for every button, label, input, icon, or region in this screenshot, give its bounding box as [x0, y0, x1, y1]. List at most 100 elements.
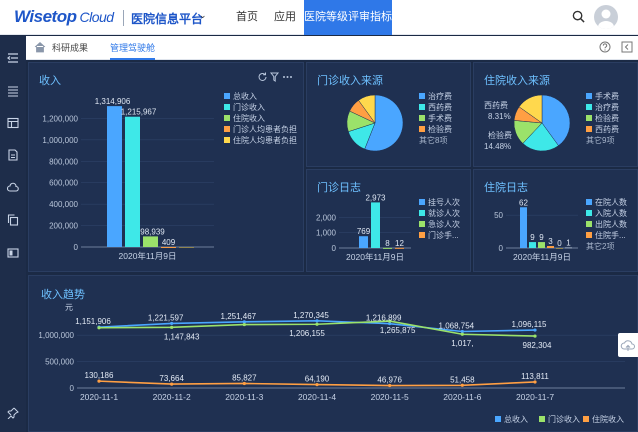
pie-label: 西药费	[484, 101, 508, 110]
bar	[143, 236, 158, 247]
inpatient-source-panel: 住院收入来源 西药费 8.31% 检验费 14.48% 手术费 治疗费 检验费 …	[473, 62, 638, 167]
data-label: 1,251,467	[221, 312, 257, 321]
home-icon[interactable]	[34, 41, 46, 53]
table-icon[interactable]	[7, 117, 19, 129]
legend-item[interactable]: 手术费	[419, 113, 452, 124]
tab-research[interactable]: 科研成果	[52, 36, 88, 60]
x-tick-label: 2020-11-2	[153, 392, 191, 402]
legend-more[interactable]: 其它2项	[586, 241, 627, 252]
pie-label: 14.48%	[484, 142, 512, 151]
nav-apps[interactable]: 应用	[274, 0, 296, 35]
legend-item[interactable]: 门诊手...	[419, 230, 460, 241]
legend-item[interactable]: 检验费	[419, 124, 452, 135]
document-icon[interactable]	[7, 149, 19, 161]
bar	[520, 207, 527, 248]
legend-item[interactable]: 门诊收入	[224, 102, 297, 113]
legend-item[interactable]: 治疗费	[419, 91, 452, 102]
data-label: 0	[557, 239, 562, 248]
y-tick-label: 1,000,000	[42, 136, 78, 145]
legend-item[interactable]: 总收入	[224, 91, 297, 102]
legend-item[interactable]: 急诊人次	[419, 219, 460, 230]
x-tick-label: 2020-11-3	[225, 392, 263, 402]
bar	[359, 236, 368, 248]
cloud-icon[interactable]	[7, 181, 19, 193]
legend-item[interactable]: 挂号人次	[419, 197, 460, 208]
data-label: 2,973	[365, 193, 386, 202]
data-label: 51,458	[450, 375, 475, 384]
list-icon[interactable]	[7, 85, 19, 97]
outpatient-source-legend: 治疗费 西药费 手术费 检验费 其它8项	[419, 91, 452, 146]
layout-icon[interactable]	[7, 247, 19, 259]
tab-cockpit[interactable]: 管理驾驶舱	[110, 36, 156, 60]
data-label: 1,147,843	[164, 332, 200, 341]
legend-item[interactable]: 西药费	[419, 102, 452, 113]
legend-more[interactable]: 其它8项	[419, 135, 452, 146]
bar	[161, 246, 176, 248]
avatar[interactable]	[594, 5, 618, 29]
legend-swatch	[583, 416, 589, 422]
nav-hospital-review[interactable]: 医院等级评审指标	[304, 0, 392, 35]
legend-item[interactable]: 治疗费	[586, 102, 619, 113]
legend-swatch	[495, 416, 501, 422]
x-tick-label: 2020年11月9日	[346, 252, 404, 262]
legend-item[interactable]: 出院人数	[586, 219, 627, 230]
data-label: 62	[519, 198, 528, 207]
platform-title[interactable]: 医院信息平台	[131, 10, 203, 27]
data-label: 9	[539, 233, 544, 242]
y-tick-label: 0	[499, 244, 504, 253]
legend-item[interactable]: 住院收入	[224, 113, 297, 124]
collapse-icon[interactable]	[621, 41, 633, 53]
data-label: 64,190	[305, 375, 330, 384]
y-tick-label: 1,000,000	[38, 331, 74, 340]
logo[interactable]: Wisetop Cloud	[14, 7, 114, 27]
legend-item[interactable]: 住院人均患者负担	[224, 135, 297, 146]
y-tick-label: 600,000	[49, 179, 78, 188]
bar	[371, 202, 380, 248]
data-label: 130,186	[85, 371, 114, 380]
y-tick-label: 50	[494, 211, 503, 220]
data-label: 8	[385, 239, 390, 248]
data-label: 73,664	[159, 374, 184, 383]
y-tick-label: 400,000	[49, 200, 78, 209]
help-icon[interactable]	[599, 41, 611, 53]
chevron-down-icon[interactable]: ⌄	[199, 10, 207, 21]
menu-fold-icon[interactable]	[7, 52, 19, 64]
y-tick-label: 0	[74, 243, 79, 252]
legend-more[interactable]: 其它9项	[586, 135, 619, 146]
nav-home[interactable]: 首页	[236, 0, 258, 35]
legend-item[interactable]: 在院人数	[586, 197, 627, 208]
bar	[179, 247, 194, 248]
bar	[125, 116, 140, 247]
pie-label: 8.31%	[488, 112, 511, 121]
data-label: 1,270,345	[293, 311, 329, 320]
cloud-upload-icon	[620, 340, 635, 351]
bar	[107, 106, 122, 247]
legend-item[interactable]: 门诊人均患者负担	[224, 124, 297, 135]
y-tick-label: 2,000	[316, 213, 337, 222]
search-icon[interactable]	[572, 10, 585, 23]
legend-item[interactable]: 住院手...	[586, 230, 627, 241]
copy-icon[interactable]	[7, 214, 19, 226]
data-label: 982,304	[523, 341, 552, 350]
data-label: 1,206,155	[289, 329, 325, 338]
floating-action-button[interactable]	[618, 333, 638, 357]
income-trend-panel: 收入趋势 元 0 500,000 1,000,000 2020-11-1 2020-11-…	[28, 275, 638, 432]
legend-item[interactable]: 西药费	[586, 124, 619, 135]
data-point	[460, 332, 464, 336]
x-tick-label: 2020年11月9日	[119, 251, 177, 261]
legend-item[interactable]: 入院人数	[586, 208, 627, 219]
data-label: 1,216,899	[366, 314, 402, 323]
x-tick-label: 2020-11-1	[80, 392, 118, 402]
data-label: 1	[566, 238, 571, 247]
legend-item[interactable]: 手术费	[586, 91, 619, 102]
income-panel: 收入 0 200,000 400,000 600,000 800,000 1,000,00…	[28, 62, 304, 272]
y-tick-label: 200,000	[49, 222, 78, 231]
pin-icon[interactable]	[7, 407, 19, 419]
y-tick-label: 0	[70, 384, 75, 393]
legend-item[interactable]: 就诊人次	[419, 208, 460, 219]
legend-item[interactable]: 检验费	[586, 113, 619, 124]
data-label: 1,221,597	[148, 313, 184, 322]
logo-divider	[123, 10, 124, 26]
data-label: 85,827	[232, 373, 257, 382]
bar	[538, 242, 545, 248]
